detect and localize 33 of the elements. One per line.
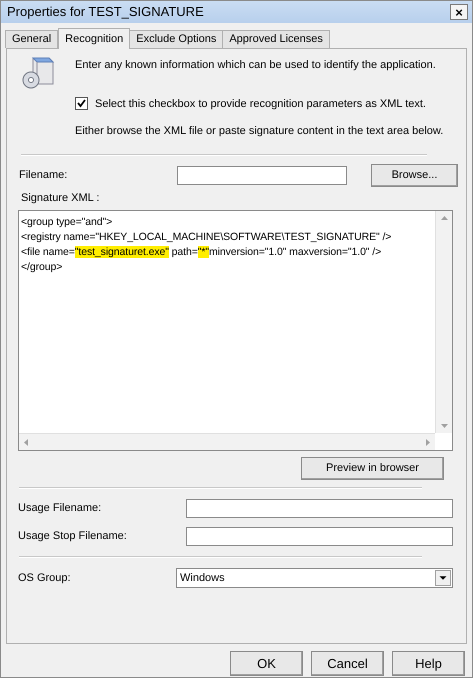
xml-checkbox[interactable] xyxy=(75,97,88,110)
horizontal-scrollbar[interactable] xyxy=(19,433,435,450)
dialog-button[interactable]: OK xyxy=(230,651,303,676)
os-group-dropdown[interactable]: Windows xyxy=(176,568,453,588)
close-button[interactable]: × xyxy=(450,4,468,20)
window-title: Properties for TEST_SIGNATURE xyxy=(6,3,204,22)
usage-filename-label: Usage Filename: xyxy=(18,501,102,516)
usage-filename-input[interactable] xyxy=(186,499,453,518)
filename-input[interactable] xyxy=(177,166,347,184)
dropdown-caret-icon[interactable] xyxy=(435,570,451,586)
tab[interactable]: Approved Licenses xyxy=(222,30,330,48)
checkbox-label[interactable]: Select this checkbox to provide recognition parameters as XML text. xyxy=(95,96,426,112)
tab[interactable]: General xyxy=(5,30,58,48)
intro-text: Enter any known information which can be used to identify the application. xyxy=(75,58,437,73)
dialog-button[interactable]: Cancel xyxy=(311,651,384,676)
hint-text: Either browse the XML file or paste signature content in the text area below. xyxy=(75,124,444,139)
os-group-label: OS Group: xyxy=(18,570,72,586)
filename-label: Filename: xyxy=(19,168,68,183)
usage-stop-filename-input[interactable] xyxy=(186,527,453,546)
dialog-button[interactable]: Help xyxy=(392,651,465,676)
browse-button[interactable]: Browse... xyxy=(371,164,458,186)
xml-line: <group type="and"> xyxy=(21,215,112,230)
xml-line: <file name="test_signaturet.exe" path="*"minversion="1.0" maxversion="1.0" /> xyxy=(21,245,382,260)
dropdown-value: Windows xyxy=(180,570,225,586)
preview-button[interactable]: Preview in browser xyxy=(301,457,444,480)
signature-xml-label: Signature XML : xyxy=(21,190,100,206)
xml-line: <registry name="HKEY_LOCAL_MACHINE\SOFTWARE\TEST_SIGNATURE" /> xyxy=(21,230,392,245)
xml-text-area[interactable]: <group type="and"> <registry name="HKEY_LOCAL_MACHINE\SOFTWARE\TEST_SIGNATURE" /> <file name="test_signaturet.exe" path="*"minversion="1.0" maxversion="1.0" /> </group> xyxy=(18,210,453,451)
usage-stop-filename-label: Usage Stop Filename: xyxy=(18,529,128,544)
vertical-scrollbar[interactable] xyxy=(435,211,452,433)
tab[interactable]: Exclude Options xyxy=(129,30,224,48)
tab[interactable]: Recognition xyxy=(58,28,130,49)
xml-line: </group> xyxy=(21,260,62,275)
